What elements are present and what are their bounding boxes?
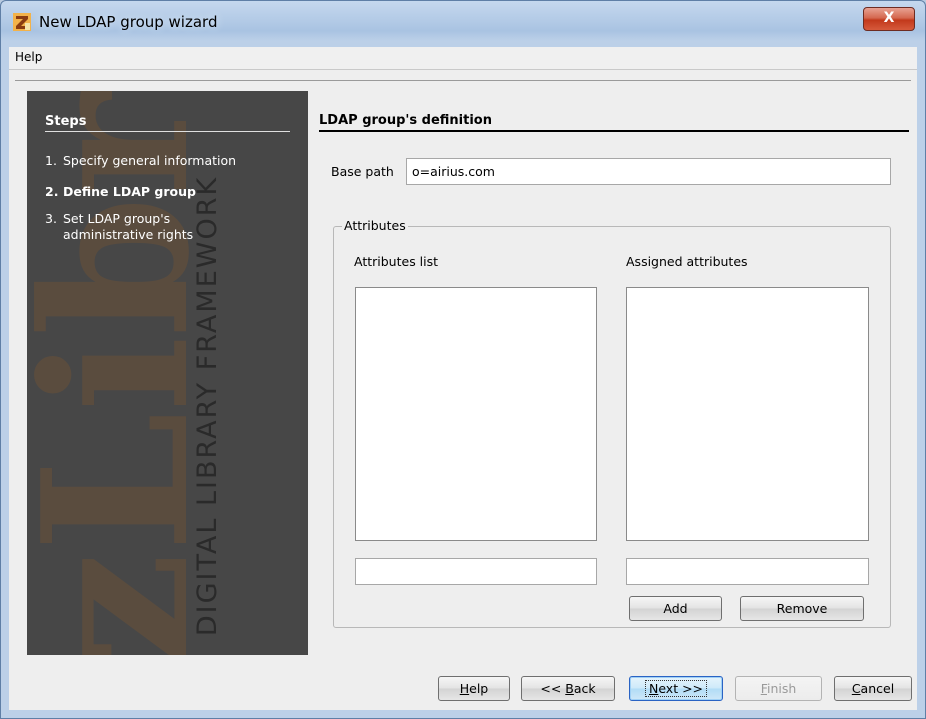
back-label: ack bbox=[573, 681, 596, 696]
assigned-attributes-list[interactable] bbox=[626, 287, 869, 541]
assigned-attributes-label: Assigned attributes bbox=[626, 254, 748, 269]
add-button[interactable]: Add bbox=[629, 596, 722, 621]
add-label: Add bbox=[663, 601, 688, 616]
help-mnemonic: H bbox=[459, 681, 470, 696]
cancel-button[interactable]: Cancel bbox=[834, 676, 912, 701]
framework-watermark-text: DIGITAL LIBRARY FRAMEWORK bbox=[192, 175, 223, 637]
back-button[interactable]: << Back bbox=[521, 676, 615, 701]
finish-label: inish bbox=[766, 681, 797, 696]
title-bar: New LDAP group wizard X bbox=[1, 1, 925, 43]
assigned-attribute-input[interactable] bbox=[626, 558, 869, 585]
attributes-filter-input[interactable] bbox=[355, 558, 597, 585]
menu-bar: Help bbox=[9, 47, 917, 70]
cancel-label: ancel bbox=[860, 681, 895, 696]
section-title: LDAP group's definition bbox=[319, 113, 909, 132]
cancel-mnemonic: C bbox=[851, 681, 861, 696]
finish-button[interactable]: Finish bbox=[735, 676, 822, 701]
step-number: 1. bbox=[45, 153, 57, 168]
step-label: Define LDAP group bbox=[63, 184, 196, 199]
close-button[interactable]: X bbox=[863, 7, 915, 31]
step-number: 3. bbox=[45, 211, 57, 226]
attributes-list-label: Attributes list bbox=[354, 254, 439, 269]
step-2-current: 2. Define LDAP group bbox=[45, 184, 196, 199]
menu-help[interactable]: Help bbox=[13, 50, 44, 64]
next-button[interactable]: Next >> bbox=[629, 676, 723, 701]
remove-button[interactable]: Remove bbox=[740, 596, 864, 621]
zlibrary-z-icon bbox=[13, 13, 31, 31]
step-label: administrative rights bbox=[63, 227, 194, 242]
attributes-legend: Attributes bbox=[342, 218, 408, 233]
top-divider bbox=[15, 80, 911, 81]
step-label: Set LDAP group's bbox=[63, 211, 171, 226]
base-path-label: Base path bbox=[331, 164, 394, 179]
steps-title: Steps bbox=[45, 114, 290, 132]
step-3-continued: administrative rights bbox=[63, 227, 193, 242]
wizard-content: zLibra DIGITAL LIBRARY FRAMEWORK Steps 1… bbox=[9, 70, 917, 710]
steps-panel: zLibra DIGITAL LIBRARY FRAMEWORK Steps 1… bbox=[27, 91, 308, 655]
help-button[interactable]: Help bbox=[438, 676, 510, 701]
window-title: New LDAP group wizard bbox=[39, 13, 218, 31]
wizard-window: New LDAP group wizard X Help zLibra DIGI… bbox=[0, 0, 926, 719]
help-label: elp bbox=[469, 681, 489, 696]
step-number: 2. bbox=[45, 184, 59, 199]
back-prefix: << bbox=[540, 681, 566, 696]
next-focus-ring: Next >> bbox=[644, 680, 708, 697]
remove-label: Remove bbox=[776, 601, 828, 616]
next-mnemonic: N bbox=[648, 681, 659, 696]
base-path-input[interactable] bbox=[406, 158, 891, 185]
close-icon: X bbox=[883, 10, 895, 26]
step-3: 3. Set LDAP group's bbox=[45, 211, 170, 226]
back-mnemonic: B bbox=[565, 681, 574, 696]
step-label: Specify general information bbox=[63, 153, 237, 168]
next-label: ext >> bbox=[658, 681, 704, 696]
attributes-list[interactable] bbox=[355, 287, 597, 541]
step-1: 1. Specify general information bbox=[45, 153, 236, 168]
